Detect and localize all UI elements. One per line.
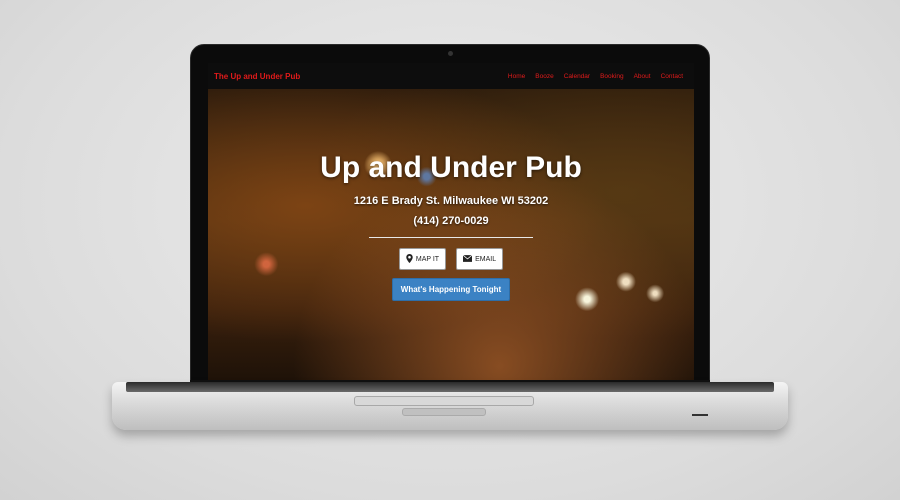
nav-links: Home Booze Calendar Booking About Contac… [503,73,688,80]
map-it-label: MAP IT [415,255,440,263]
hero-section: Up and Under Pub 1216 E Brady St. Milwau… [208,89,694,381]
hero-phone: (414) 270-0029 [413,215,489,227]
hero-content: Up and Under Pub 1216 E Brady St. Milwau… [208,151,694,301]
nav-link-calendar[interactable]: Calendar [559,73,595,80]
hero-divider [369,237,533,238]
nav-link-about[interactable]: About [629,73,656,80]
envelope-icon [462,254,473,264]
whats-happening-button[interactable]: What's Happening Tonight [391,278,511,301]
hero-address: 1216 E Brady St. Milwaukee WI 53202 [353,195,549,207]
brand-link[interactable]: The Up and Under Pub [214,72,300,81]
nav-link-booking[interactable]: Booking [595,73,629,80]
lid-opening-notch [402,408,486,416]
email-button[interactable]: EMAIL [456,248,504,270]
side-slot [692,414,708,416]
nav-link-contact[interactable]: Contact [656,73,688,80]
hero-button-row: MAP IT EMAIL [398,248,504,270]
laptop-base [112,382,788,430]
email-label: EMAIL [475,255,497,263]
laptop-screen: The Up and Under Pub Home Booze Calendar… [208,63,694,381]
laptop-lid: The Up and Under Pub Home Booze Calendar… [190,44,710,384]
nav-link-booze[interactable]: Booze [530,73,558,80]
map-it-button[interactable]: MAP IT [398,248,447,270]
nav-link-home[interactable]: Home [503,73,530,80]
map-marker-icon [406,253,413,265]
hero-title: Up and Under Pub [320,151,582,184]
hinge-strip [126,382,774,392]
webcam [448,51,453,56]
trackpad-edge [354,396,534,406]
site-navbar: The Up and Under Pub Home Booze Calendar… [208,63,694,89]
